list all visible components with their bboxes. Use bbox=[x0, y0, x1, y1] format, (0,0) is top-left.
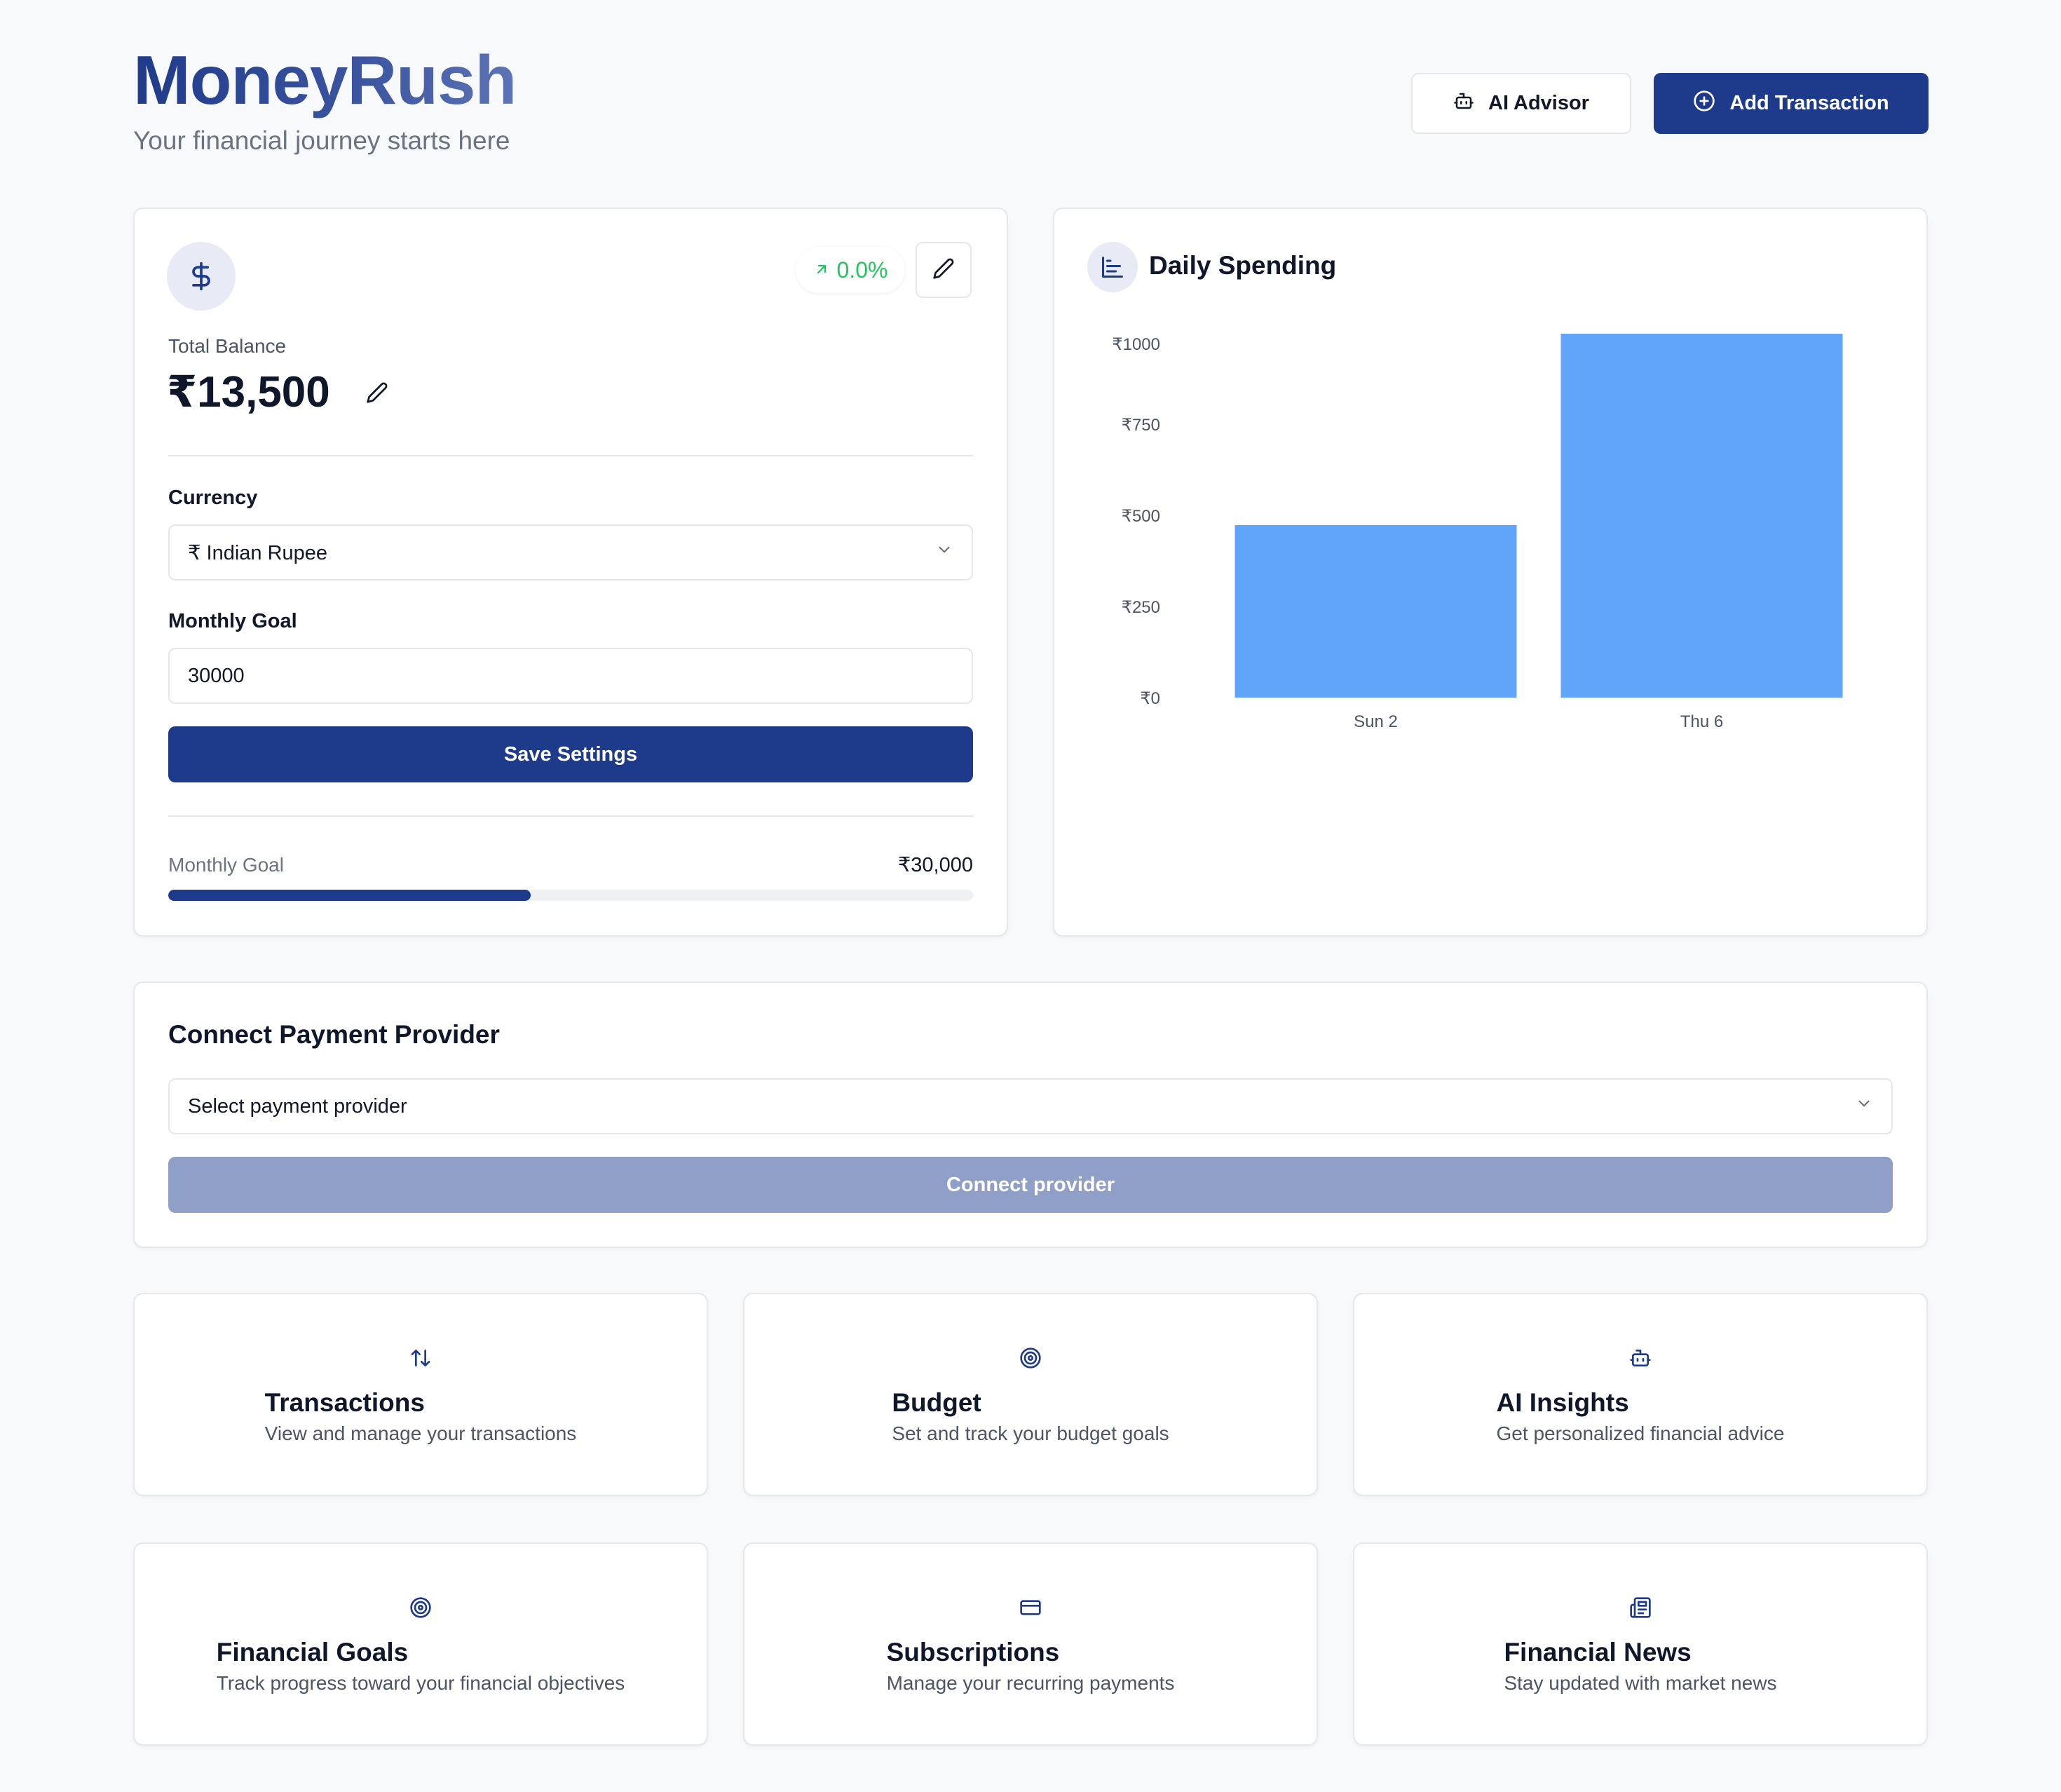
robot-icon bbox=[1626, 1344, 1654, 1372]
tile-title: Financial News bbox=[1504, 1637, 1692, 1667]
tile-transactions[interactable]: Transactions View and manage your transa… bbox=[133, 1293, 708, 1496]
tile-title: Subscriptions bbox=[886, 1637, 1060, 1667]
chevron-down-icon bbox=[935, 541, 953, 564]
arrows-up-down-icon bbox=[407, 1344, 435, 1372]
tile-subtitle: Get personalized financial advice bbox=[1496, 1423, 1785, 1445]
progress-target: ₹30,000 bbox=[897, 854, 973, 876]
save-settings-button[interactable]: Save Settings bbox=[168, 726, 973, 782]
credit-card-icon bbox=[1016, 1594, 1045, 1622]
edit-balance-button[interactable] bbox=[363, 380, 391, 408]
total-balance-value: ₹13,500 bbox=[167, 368, 330, 416]
add-transaction-button[interactable]: Add Transaction bbox=[1654, 73, 1929, 134]
ai-advisor-button[interactable]: AI Advisor bbox=[1411, 73, 1631, 134]
y-tick-label: ₹0 bbox=[1140, 689, 1160, 708]
provider-select-value: Select payment provider bbox=[188, 1094, 407, 1118]
progress-label: Monthly Goal bbox=[168, 854, 284, 876]
tile-subtitle: Set and track your budget goals bbox=[892, 1423, 1169, 1445]
pencil-icon bbox=[366, 381, 388, 407]
tile-title: Budget bbox=[892, 1387, 981, 1417]
x-tick-label: Thu 6 bbox=[1680, 712, 1723, 731]
chart-title: Daily Spending bbox=[1149, 251, 1337, 280]
provider-title: Connect Payment Provider bbox=[168, 1020, 500, 1049]
divider bbox=[168, 455, 973, 456]
connect-provider-button[interactable]: Connect provider bbox=[168, 1157, 1893, 1213]
chevron-down-icon bbox=[1855, 1094, 1873, 1118]
add-transaction-label: Add Transaction bbox=[1729, 92, 1889, 114]
target-icon bbox=[1016, 1344, 1045, 1372]
robot-icon bbox=[1453, 90, 1474, 117]
trend-badge: 0.0% bbox=[796, 247, 905, 293]
dollar-icon bbox=[167, 242, 236, 311]
app-tagline: Your financial journey starts here bbox=[133, 126, 510, 155]
monthly-goal-input[interactable]: 30000 bbox=[168, 648, 973, 704]
x-tick-label: Sun 2 bbox=[1354, 712, 1398, 731]
connect-provider-label: Connect provider bbox=[946, 1173, 1115, 1196]
pencil-icon bbox=[932, 257, 955, 283]
tile-subtitle: View and manage your transactions bbox=[264, 1423, 577, 1445]
tile-subtitle: Stay updated with market news bbox=[1504, 1672, 1777, 1695]
target-icon bbox=[407, 1594, 435, 1622]
currency-label: Currency bbox=[168, 487, 258, 509]
bar[interactable] bbox=[1234, 525, 1517, 698]
tile-title: Financial Goals bbox=[216, 1637, 409, 1667]
ai-advisor-label: AI Advisor bbox=[1488, 92, 1589, 114]
newspaper-icon bbox=[1626, 1594, 1654, 1622]
tile-subscriptions[interactable]: Subscriptions Manage your recurring paym… bbox=[743, 1542, 1318, 1746]
save-settings-label: Save Settings bbox=[503, 742, 638, 766]
goal-progress-fill bbox=[168, 890, 531, 901]
tile-financial-news[interactable]: Financial News Stay updated with market … bbox=[1353, 1542, 1928, 1746]
divider bbox=[168, 815, 973, 817]
daily-spending-chart: ₹0 ₹250 ₹500 ₹750 ₹1000 Sun 2 Thu 6 bbox=[1112, 334, 1843, 731]
tile-budget[interactable]: Budget Set and track your budget goals bbox=[743, 1293, 1318, 1496]
tile-subtitle: Track progress toward your financial obj… bbox=[216, 1672, 625, 1695]
plus-circle-icon bbox=[1693, 90, 1715, 118]
y-tick-label: ₹1000 bbox=[1112, 335, 1160, 354]
monthly-goal-label: Monthly Goal bbox=[168, 610, 297, 632]
total-balance-label: Total Balance bbox=[168, 335, 287, 357]
trend-value: 0.0% bbox=[836, 257, 888, 283]
y-tick-label: ₹500 bbox=[1122, 507, 1160, 526]
tile-ai-insights[interactable]: AI Insights Get personalized financial a… bbox=[1353, 1293, 1928, 1496]
tile-subtitle: Manage your recurring payments bbox=[886, 1672, 1175, 1695]
currency-value: ₹ Indian Rupee bbox=[188, 541, 328, 564]
tile-title: Transactions bbox=[264, 1387, 425, 1417]
edit-card-button[interactable] bbox=[916, 242, 972, 298]
monthly-goal-value: 30000 bbox=[188, 664, 245, 687]
tile-title: AI Insights bbox=[1496, 1387, 1629, 1417]
y-tick-label: ₹750 bbox=[1122, 416, 1160, 435]
bar[interactable] bbox=[1560, 334, 1843, 698]
currency-select[interactable]: ₹ Indian Rupee bbox=[168, 524, 973, 581]
bar-chart-icon bbox=[1087, 242, 1138, 292]
goal-progress-bar bbox=[168, 890, 973, 901]
app-logo-title: MoneyRush bbox=[133, 41, 517, 118]
tile-financial-goals[interactable]: Financial Goals Track progress toward yo… bbox=[133, 1542, 708, 1746]
arrow-up-right-icon bbox=[813, 257, 830, 283]
y-tick-label: ₹250 bbox=[1122, 598, 1160, 617]
payment-provider-select[interactable]: Select payment provider bbox=[168, 1078, 1893, 1134]
